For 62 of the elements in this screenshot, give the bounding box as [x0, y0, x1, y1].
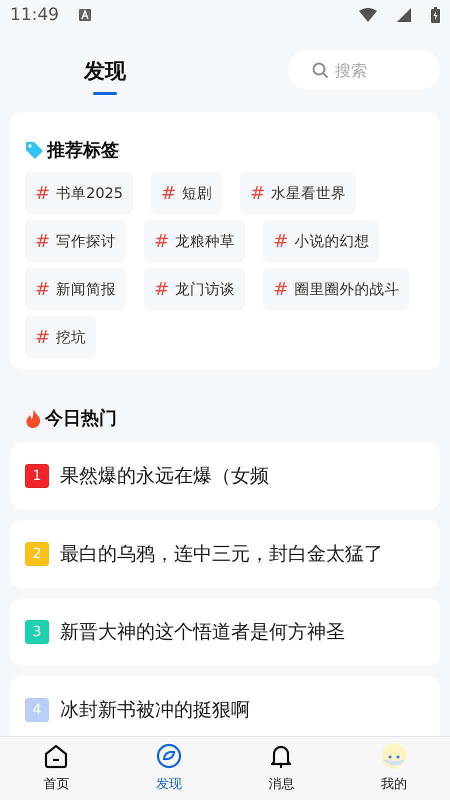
rank-badge: 2: [25, 542, 49, 566]
flame-icon: [25, 408, 42, 428]
topic-tag[interactable]: # 水星看世界: [240, 172, 356, 214]
hot-item[interactable]: 1 果然爆的永远在爆（女频: [10, 442, 440, 510]
hot-title: 最白的乌鸦，连中三元，封白金太猛了: [60, 542, 383, 567]
hot-title: 冰封新书被冲的挺狠啊: [60, 698, 250, 723]
hot-item[interactable]: 4 冰封新书被冲的挺狠啊: [10, 676, 440, 736]
hash-icon: #: [35, 326, 50, 348]
search-field[interactable]: 搜索: [288, 50, 440, 90]
topic-tag[interactable]: # 短剧: [151, 172, 222, 214]
rank-badge: 3: [25, 620, 49, 644]
tag-label: 水星看世界: [271, 184, 346, 202]
hot-title: 新晋大神的这个悟道者是何方神圣: [60, 620, 345, 645]
search-icon: [312, 62, 329, 78]
topic-tag[interactable]: # 圈里圈外的战斗: [263, 268, 410, 310]
hash-icon: #: [35, 278, 50, 300]
hash-icon: #: [35, 230, 50, 252]
topic-tag[interactable]: # 新闻简报: [25, 268, 126, 310]
tag-label: 小说的幻想: [294, 232, 370, 250]
topic-tag[interactable]: # 书单2025: [25, 172, 133, 214]
section-title: 今日热门: [45, 407, 117, 430]
nav-tab[interactable]: 首页: [0, 737, 112, 800]
nav-tab[interactable]: 我的: [338, 737, 450, 800]
status-time: 11:49: [10, 5, 59, 25]
tag-label: 写作探讨: [56, 232, 116, 250]
tag-label: 短剧: [182, 184, 212, 202]
hash-icon: #: [161, 182, 176, 204]
hash-icon: #: [250, 182, 266, 204]
home-icon: [43, 743, 70, 769]
tag-label: 书单2025: [56, 184, 123, 202]
tag-label: 龙粮种草: [175, 232, 236, 250]
tag-label: 新闻简报: [56, 280, 116, 298]
rank-badge: 1: [25, 464, 49, 488]
hot-item[interactable]: 3 新晋大神的这个悟道者是何方神圣: [10, 598, 440, 666]
keyboard-icon: [79, 9, 91, 21]
hot-title: 果然爆的永远在爆（女频: [60, 464, 269, 489]
tag-label: 挖坑: [56, 328, 86, 346]
topic-tag[interactable]: # 小说的幻想: [263, 220, 380, 262]
hash-icon: #: [273, 230, 288, 252]
tag-label: 龙门访谈: [175, 280, 236, 298]
topic-tag[interactable]: # 龙粮种草: [144, 220, 246, 262]
topic-tag[interactable]: # 写作探讨: [25, 220, 126, 262]
rank-badge: 4: [25, 698, 49, 722]
battery-icon: [431, 7, 440, 23]
nav-tab[interactable]: 发现: [112, 737, 225, 800]
signal-icon: [397, 8, 411, 22]
topic-tag[interactable]: # 挖坑: [25, 316, 96, 358]
nav-tab[interactable]: 消息: [225, 737, 338, 800]
section-title: 推荐标签: [47, 139, 119, 162]
avatar-icon: [380, 743, 407, 769]
hot-item[interactable]: 2 最白的乌鸦，连中三元，封白金太猛了: [10, 520, 440, 588]
hash-icon: #: [154, 278, 170, 300]
discover-tab[interactable]: 发现: [84, 46, 126, 94]
hash-icon: #: [154, 230, 170, 252]
compass-icon: [156, 743, 182, 769]
hash-icon: #: [273, 278, 288, 300]
tag-icon: [25, 140, 44, 160]
topic-tag[interactable]: # 龙门访谈: [144, 268, 246, 310]
tag-label: 圈里圈外的战斗: [294, 280, 400, 298]
wifi-icon: [359, 8, 377, 22]
search-input[interactable]: 搜索: [335, 60, 425, 80]
hash-icon: #: [35, 182, 50, 204]
